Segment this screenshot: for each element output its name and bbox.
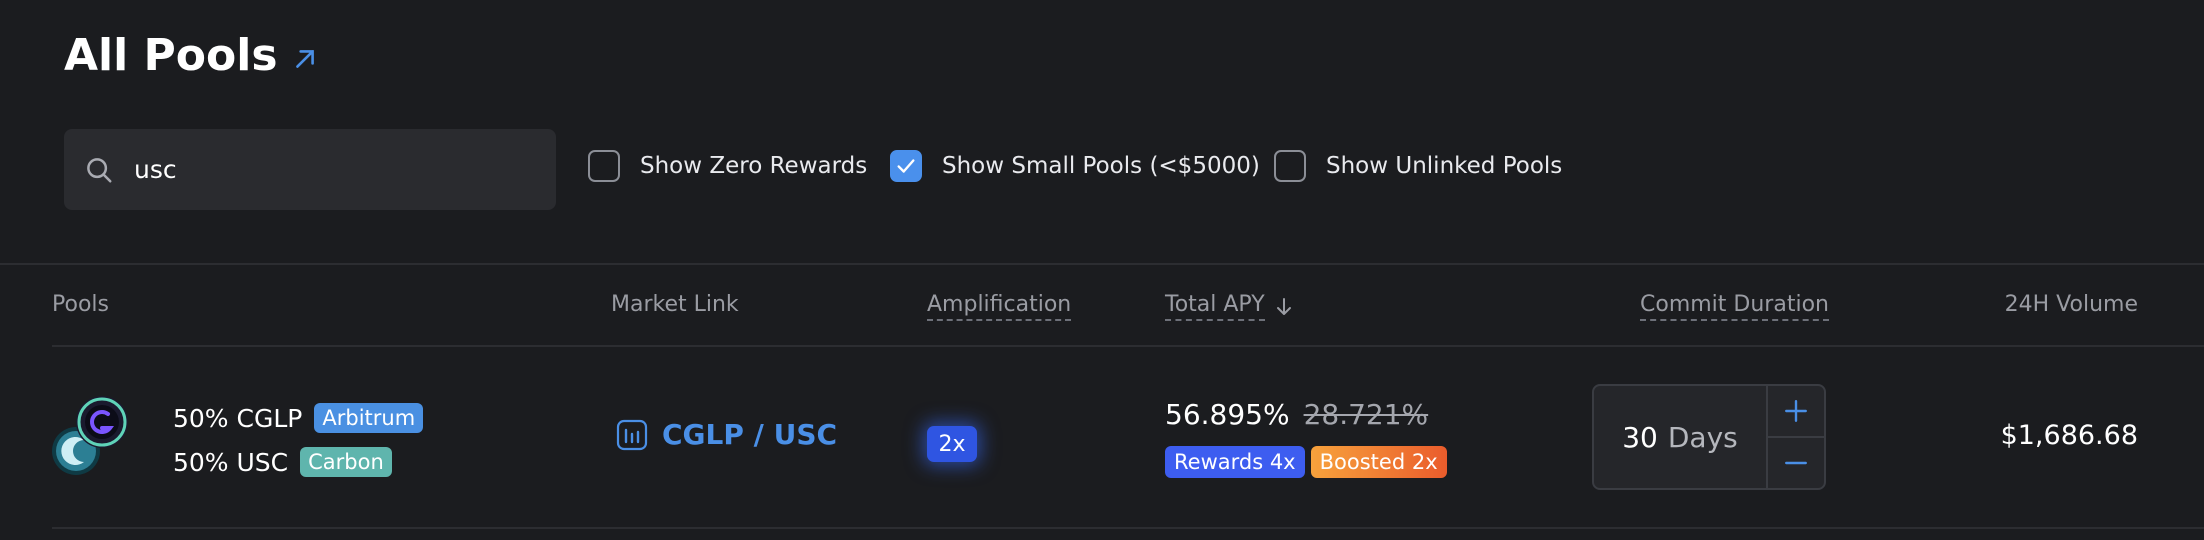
column-header-pools[interactable]: Pools [52,292,109,317]
decrement-button[interactable] [1768,438,1824,488]
market-link-label[interactable]: CGLP / USC [662,418,837,451]
filter-small-pools-label: Show Small Pools (<$5000) [942,153,1260,179]
pool-token-2: 50% USC Carbon [173,447,392,477]
divider [52,527,2204,529]
commit-duration-unit: Days [1667,420,1738,454]
pool-token-share: 50% USC [173,447,289,477]
divider [52,345,2204,347]
plus-icon [1785,400,1807,422]
pool-token-1: 50% CGLP Arbitrum [173,403,424,433]
chain-badge: Carbon [300,447,392,477]
column-header-total-apy[interactable]: Total APY [1165,292,1293,321]
arrow-down-icon [1276,297,1291,315]
checkbox-zero-rewards[interactable] [588,150,620,182]
column-header-amplification[interactable]: Amplification [927,292,1072,321]
total-apy-value: 56.895% [1165,398,1290,431]
search-icon [87,157,112,182]
rewards-badge[interactable]: Rewards 4x [1165,446,1305,478]
column-header-volume[interactable]: 24H Volume [2005,292,2138,317]
chart-bars-icon [616,419,648,450]
apy-badges: Rewards 4x Boosted 2x [1165,446,1447,478]
commit-duration-stepper[interactable]: 30 Days [1592,384,1826,490]
total-apy: 56.895% 28.721% [1165,398,1428,431]
check-icon [897,159,915,173]
commit-duration-number: 30 [1622,420,1658,454]
search-box[interactable] [64,129,556,210]
amplification-badge: 2x [927,426,977,462]
volume-24h: $1,686.68 [2000,420,2138,451]
boosted-badge[interactable]: Boosted 2x [1310,446,1447,478]
column-header-total-apy-label: Total APY [1165,292,1265,321]
filter-unlinked-pools-label: Show Unlinked Pools [1326,153,1563,179]
token-pair-icon [52,396,128,475]
increment-button[interactable] [1768,386,1824,438]
column-header-commit-duration[interactable]: Commit Duration [1640,292,1829,321]
checkbox-small-pools[interactable] [890,150,922,182]
pool-token-share: 50% CGLP [173,403,303,433]
column-header-market-link: Market Link [611,292,739,317]
page-title: All Pools [64,30,318,81]
commit-duration-value[interactable]: 30 Days [1594,386,1766,488]
filter-small-pools[interactable]: Show Small Pools (<$5000) [890,150,1260,182]
base-apy-value: 28.721% [1303,398,1429,431]
external-link-icon[interactable] [292,46,318,72]
filter-zero-rewards-label: Show Zero Rewards [640,153,868,179]
minus-icon [1785,461,1807,465]
checkbox-unlinked-pools[interactable] [1274,150,1306,182]
filter-unlinked-pools[interactable]: Show Unlinked Pools [1274,150,1562,182]
search-input[interactable] [132,154,516,185]
market-link[interactable]: CGLP / USC [616,418,837,451]
filter-zero-rewards[interactable]: Show Zero Rewards [588,150,867,182]
page-title-text: All Pools [64,30,278,81]
chain-badge: Arbitrum [314,403,424,433]
divider [0,263,2204,265]
